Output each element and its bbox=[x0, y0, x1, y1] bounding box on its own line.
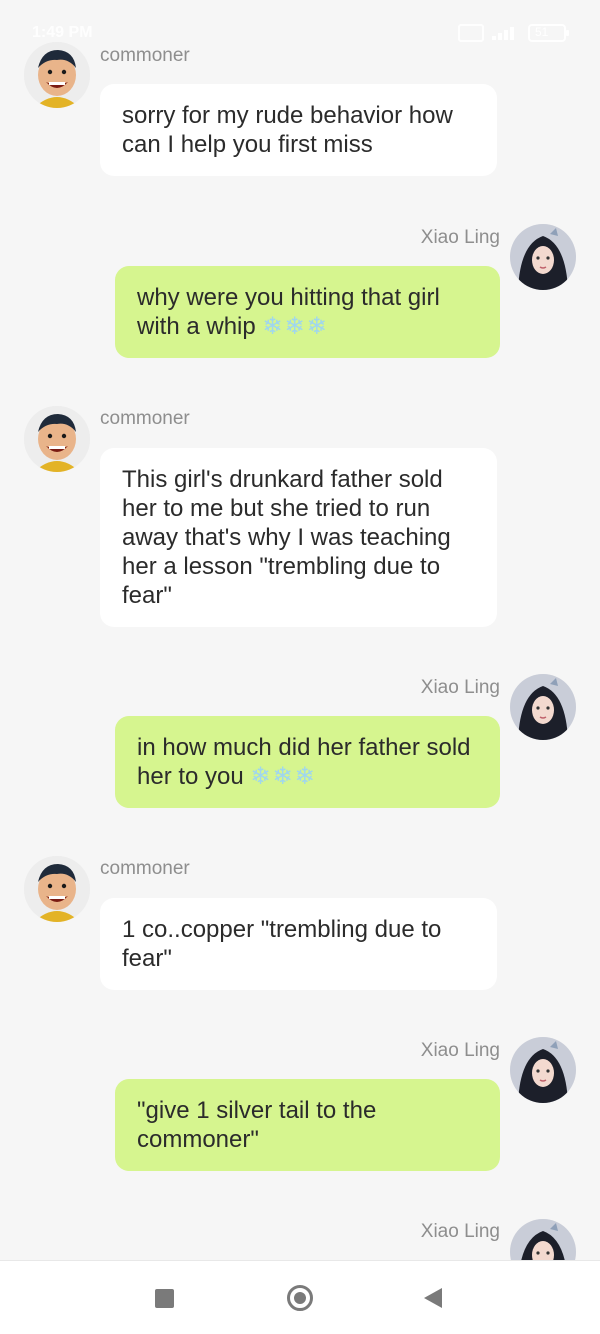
commoner-face-icon bbox=[24, 856, 90, 922]
message-text: 1 co..copper "trembling due to fear" bbox=[122, 916, 442, 972]
xiao-ling-avatar[interactable] bbox=[510, 224, 576, 290]
sender-name: commoner bbox=[100, 45, 190, 66]
system-icons: 51 bbox=[458, 24, 569, 42]
message-text: sorry for my rude behavior how can I hel… bbox=[122, 102, 453, 158]
xiao-ling-portrait-icon bbox=[510, 1037, 576, 1103]
navigation-bar bbox=[0, 1260, 600, 1334]
battery-level: 51 bbox=[535, 25, 549, 39]
chat-area[interactable]: commoner sorry for my rude behavior how … bbox=[0, 0, 600, 1260]
battery-icon: 51 bbox=[528, 24, 569, 42]
status-time: 1:49 PM bbox=[32, 24, 93, 41]
status-bar: 1:49 PM 51 bbox=[0, 0, 600, 42]
xiao-ling-portrait-icon bbox=[510, 1219, 576, 1260]
message-bubble[interactable]: "give 1 silver tail to the commoner" bbox=[115, 1079, 500, 1171]
sender-name: Xiao Ling bbox=[420, 1221, 500, 1242]
xiao-ling-avatar[interactable] bbox=[510, 1219, 576, 1260]
commoner-face-icon bbox=[24, 42, 90, 108]
snowflake-emoji: ❄❄❄ bbox=[250, 763, 317, 790]
sender-name: commoner bbox=[100, 408, 190, 429]
message-bubble[interactable]: 1 co..copper "trembling due to fear" bbox=[100, 898, 497, 990]
commoner-avatar[interactable] bbox=[24, 856, 90, 922]
xiao-ling-portrait-icon bbox=[510, 674, 576, 740]
xiao-ling-avatar[interactable] bbox=[510, 1037, 576, 1103]
home-button[interactable] bbox=[287, 1285, 313, 1311]
commoner-avatar[interactable] bbox=[24, 406, 90, 472]
message-bubble[interactable]: This girl's drunkard father sold her to … bbox=[100, 448, 497, 627]
commoner-avatar[interactable] bbox=[24, 42, 90, 108]
message-bubble[interactable]: in how much did her father sold her to y… bbox=[115, 716, 500, 808]
signal-icon bbox=[492, 26, 520, 40]
message-bubble[interactable]: sorry for my rude behavior how can I hel… bbox=[100, 84, 497, 176]
sender-name: Xiao Ling bbox=[420, 677, 500, 698]
commoner-face-icon bbox=[24, 406, 90, 472]
snowflake-emoji: ❄❄❄ bbox=[262, 313, 329, 340]
sender-name: Xiao Ling bbox=[420, 1040, 500, 1061]
message-text: This girl's drunkard father sold her to … bbox=[122, 466, 451, 609]
sender-name: commoner bbox=[100, 858, 190, 879]
message-text: "give 1 silver tail to the commoner" bbox=[137, 1097, 377, 1153]
xiao-ling-portrait-icon bbox=[510, 224, 576, 290]
sim-icon bbox=[458, 24, 484, 42]
sender-name: Xiao Ling bbox=[420, 227, 500, 248]
recent-apps-button[interactable] bbox=[155, 1289, 174, 1308]
back-button[interactable] bbox=[424, 1288, 442, 1308]
message-bubble[interactable]: why were you hitting that girl with a wh… bbox=[115, 266, 500, 358]
xiao-ling-avatar[interactable] bbox=[510, 674, 576, 740]
